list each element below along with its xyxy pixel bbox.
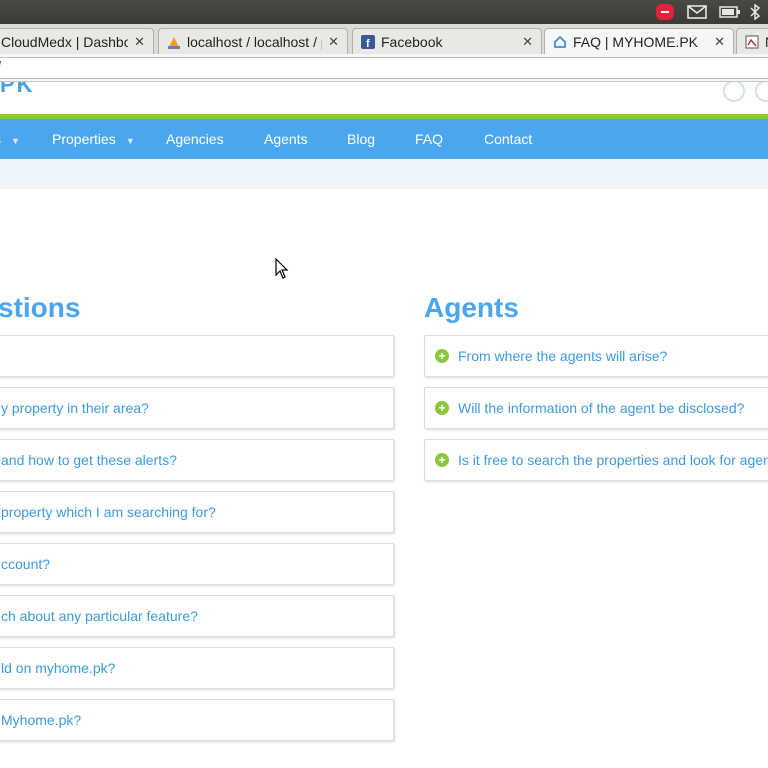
tab-title: CloudMedx | Dashboard bbox=[1, 33, 128, 50]
nav-label: Properties bbox=[52, 131, 116, 147]
svg-text:f: f bbox=[366, 38, 370, 49]
close-icon[interactable]: ✕ bbox=[328, 34, 339, 50]
nav-label: s bbox=[0, 131, 1, 147]
close-icon[interactable]: ✕ bbox=[134, 34, 145, 50]
mail-icon[interactable] bbox=[686, 3, 708, 21]
phpmyadmin-icon bbox=[167, 35, 181, 49]
expand-plus-icon: + bbox=[435, 349, 449, 363]
tab-faq-myhome[interactable]: FAQ | MYHOME.PK ✕ bbox=[544, 28, 734, 54]
nav-item-agents[interactable]: Agents bbox=[264, 119, 308, 159]
site-header: PK bbox=[0, 82, 768, 114]
faq-question-text: and how to get these alerts? bbox=[1, 452, 177, 468]
bluetooth-icon[interactable] bbox=[748, 3, 762, 21]
site-logo[interactable]: PK bbox=[0, 82, 35, 98]
browser-tab-strip: CloudMedx | Dashboard ✕ localhost / loca… bbox=[0, 24, 768, 54]
faq-heading-agents: Agents bbox=[424, 292, 519, 323]
faq-question-item[interactable] bbox=[0, 335, 394, 377]
nav-item-faq[interactable]: FAQ bbox=[415, 119, 443, 159]
faq-question-item[interactable]: and how to get these alerts? bbox=[0, 439, 394, 481]
faq-question-text: ld on myhome.pk? bbox=[1, 660, 116, 676]
home-icon bbox=[553, 35, 567, 49]
chevron-down-icon: ▼ bbox=[11, 136, 20, 146]
tab-partial[interactable]: N bbox=[736, 28, 768, 54]
faq-question-text: y property in their area? bbox=[1, 400, 149, 416]
battery-icon[interactable] bbox=[718, 3, 742, 21]
faq-heading-general: stions bbox=[0, 292, 81, 323]
tab-title: FAQ | MYHOME.PK bbox=[573, 33, 698, 50]
faq-question-text: ccount? bbox=[1, 556, 51, 572]
close-icon[interactable]: ✕ bbox=[714, 34, 725, 50]
expand-plus-icon: + bbox=[435, 401, 449, 415]
tab-title: Facebook bbox=[381, 33, 443, 50]
main-nav: s▼ Properties▼ Agencies Agents Blog FAQ … bbox=[0, 119, 768, 159]
social-circle-icon[interactable] bbox=[723, 82, 745, 102]
faq-question-item[interactable]: + Is it free to search the properties an… bbox=[424, 439, 768, 481]
faq-question-text: Is it free to search the properties and … bbox=[458, 452, 768, 468]
facebook-icon: f bbox=[361, 34, 375, 49]
faq-question-text: Will the information of the agent be dis… bbox=[458, 400, 745, 416]
faq-question-text: From where the agents will arise? bbox=[458, 348, 668, 364]
breadcrumb-strip bbox=[0, 159, 768, 189]
faq-question-item[interactable]: + From where the agents will arise? bbox=[424, 335, 768, 377]
faq-question-item[interactable]: y property in their area? bbox=[0, 387, 394, 429]
faq-question-text: Myhome.pk? bbox=[1, 712, 82, 728]
nav-item-agencies[interactable]: Agencies bbox=[166, 119, 224, 159]
page-icon bbox=[745, 35, 759, 49]
faq-question-item[interactable]: Myhome.pk? bbox=[0, 699, 394, 741]
faq-question-item[interactable]: property which I am searching for? bbox=[0, 491, 394, 533]
tab-cloudmedx[interactable]: CloudMedx | Dashboard ✕ bbox=[0, 28, 154, 54]
tab-phpmyadmin[interactable]: localhost / localhost / ph ✕ bbox=[158, 28, 348, 54]
faq-question-item[interactable]: ld on myhome.pk? bbox=[0, 647, 394, 689]
tab-facebook[interactable]: f Facebook ✕ bbox=[352, 28, 542, 54]
faq-question-item[interactable]: ch about any particular feature? bbox=[0, 595, 394, 637]
faq-question-text: ch about any particular feature? bbox=[1, 608, 198, 624]
nav-item-blog[interactable]: Blog bbox=[347, 119, 375, 159]
nav-item-partial[interactable]: s▼ bbox=[0, 119, 20, 159]
social-circle-icon[interactable] bbox=[755, 82, 768, 102]
faq-question-text: property which I am searching for? bbox=[1, 504, 216, 520]
nav-item-properties[interactable]: Properties ▼ bbox=[52, 119, 135, 159]
mouse-cursor-icon bbox=[275, 257, 289, 285]
faq-question-item[interactable]: ccount? bbox=[0, 543, 394, 585]
system-top-panel bbox=[0, 0, 768, 24]
indicator-red-icon[interactable] bbox=[654, 3, 676, 21]
browser-toolbar: / bbox=[0, 54, 768, 82]
close-icon[interactable]: ✕ bbox=[522, 34, 533, 50]
nav-item-contact[interactable]: Contact bbox=[484, 119, 532, 159]
chevron-down-icon: ▼ bbox=[125, 136, 135, 146]
tab-title: localhost / localhost / ph bbox=[187, 33, 323, 50]
faq-question-item[interactable]: + Will the information of the agent be d… bbox=[424, 387, 768, 429]
expand-plus-icon: + bbox=[435, 453, 449, 467]
address-input[interactable]: / bbox=[0, 57, 768, 79]
